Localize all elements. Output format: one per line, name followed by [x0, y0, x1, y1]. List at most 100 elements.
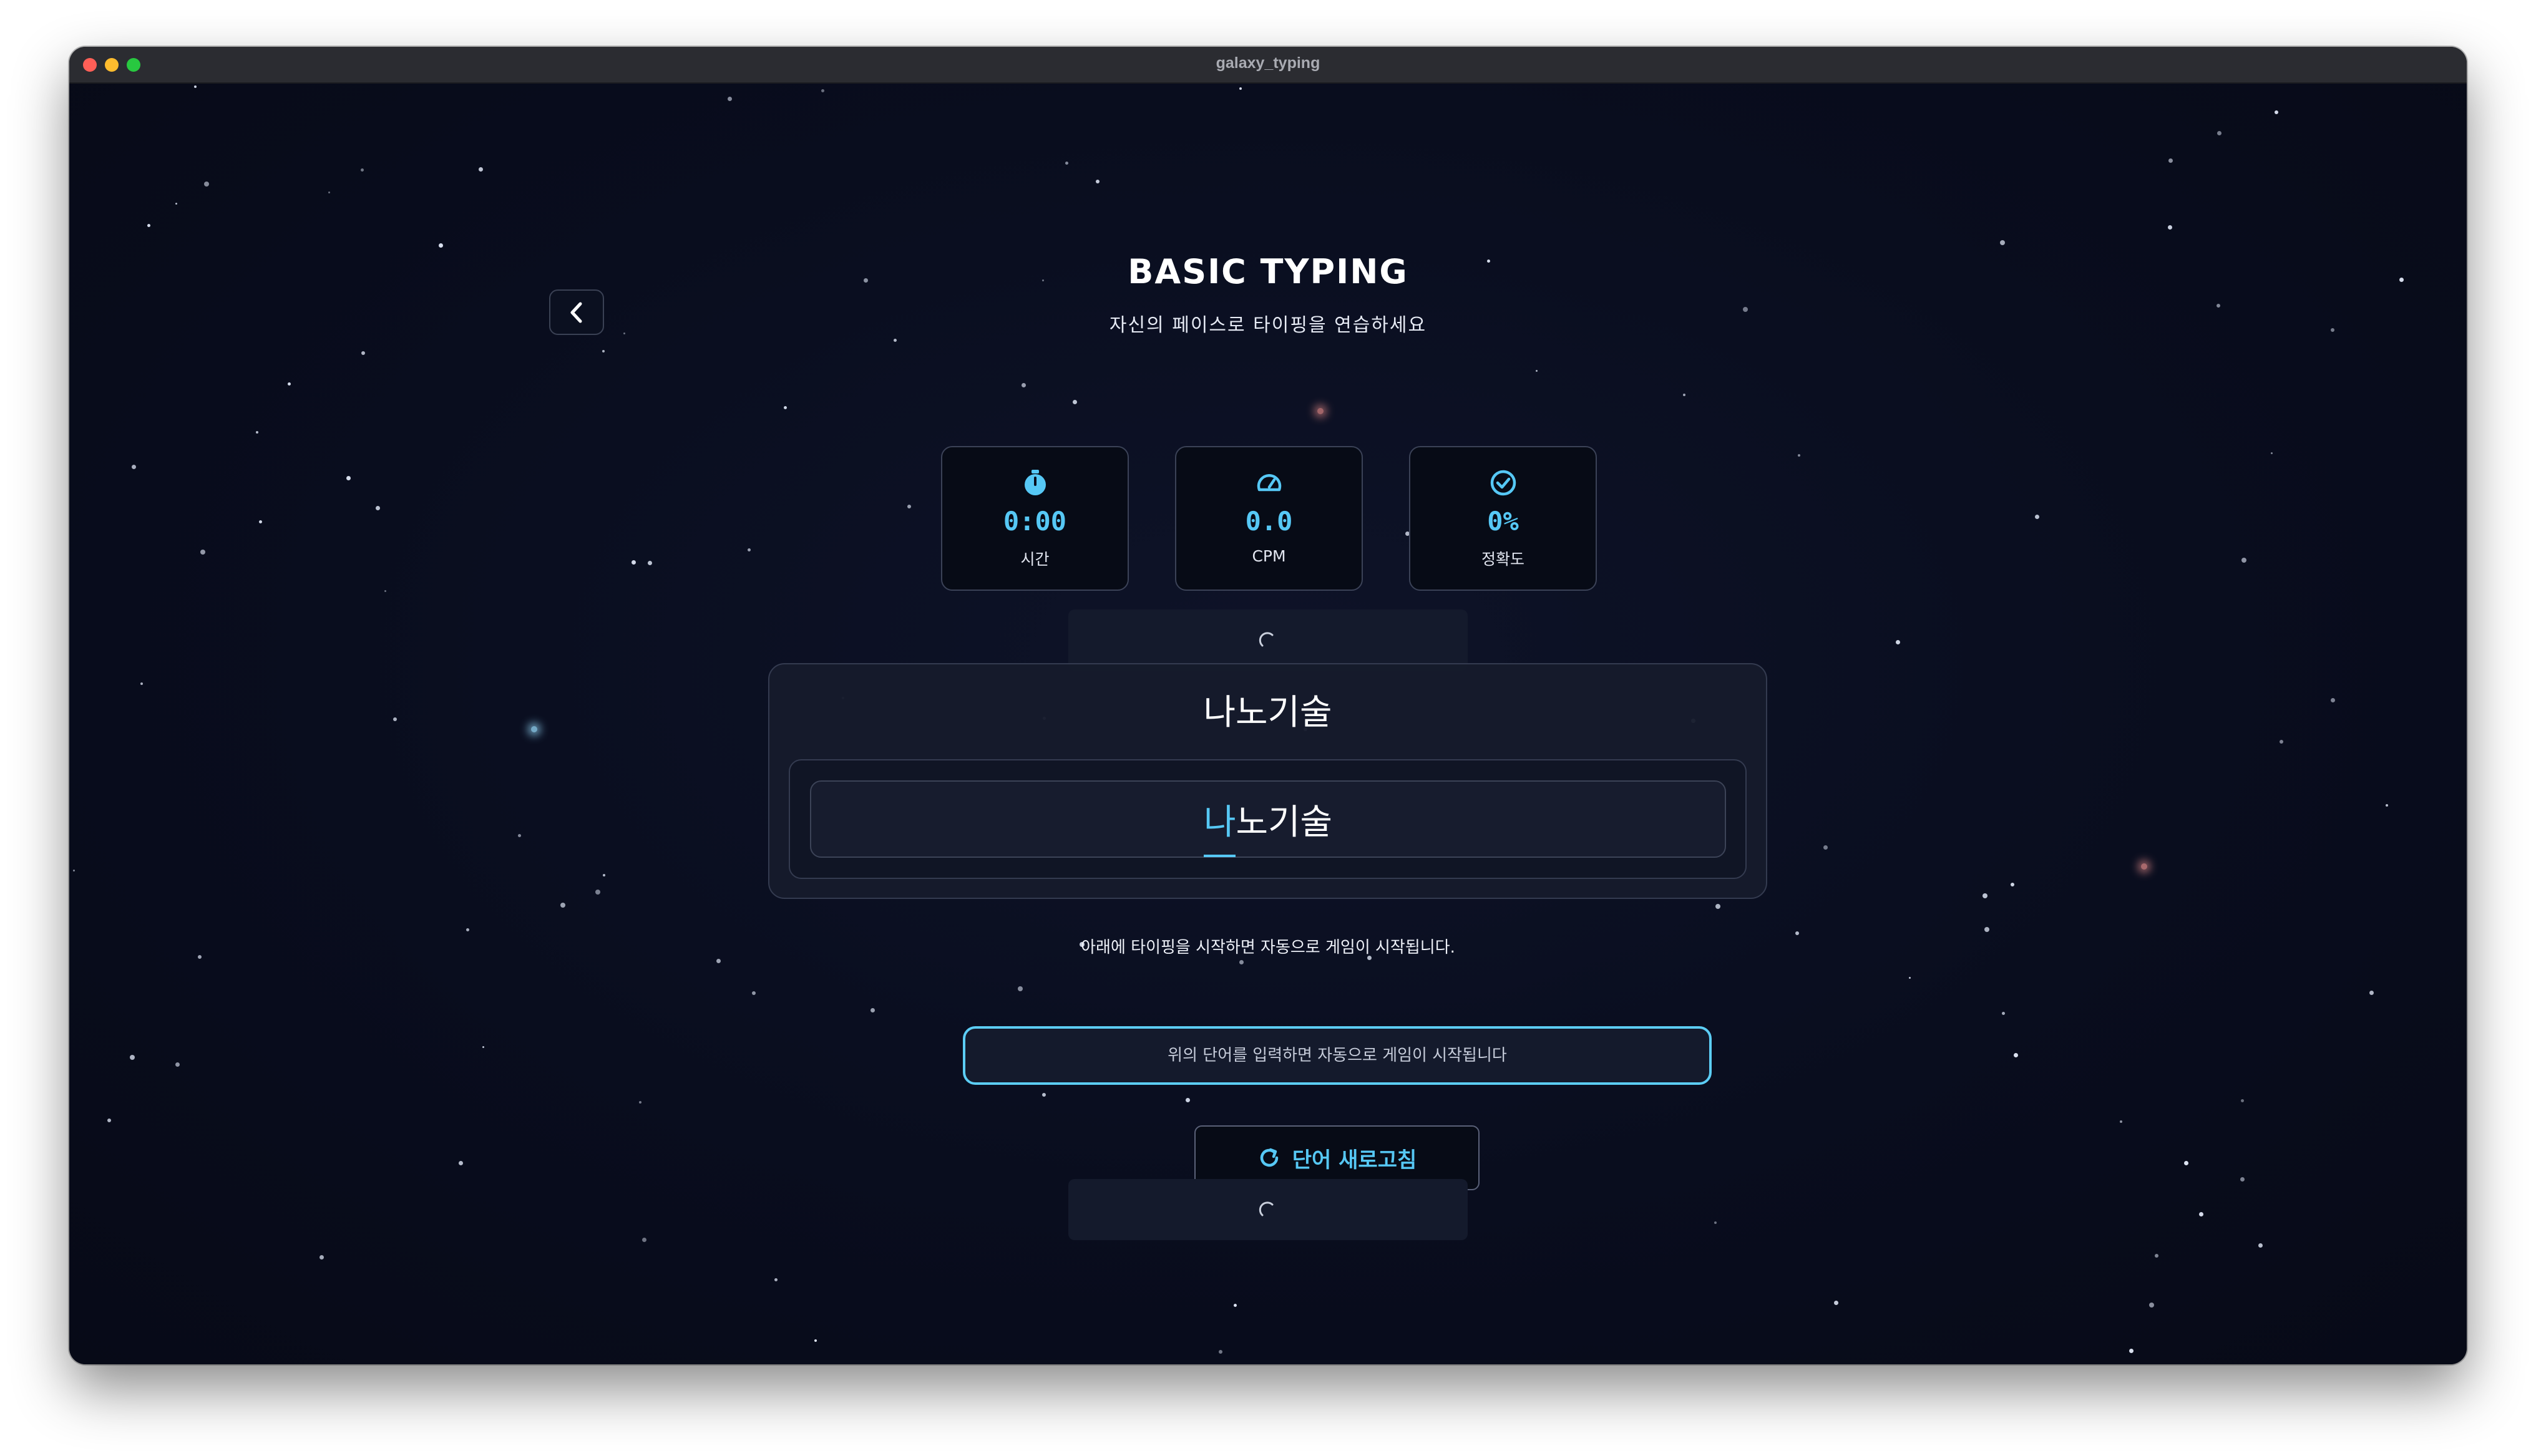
star: [774, 1278, 778, 1281]
star: [319, 1255, 324, 1259]
star: [107, 1119, 111, 1122]
star: [2035, 515, 2039, 519]
cpm-value: 0.0: [1245, 506, 1293, 536]
title-bar: galaxy_typing: [69, 47, 2467, 84]
star: [361, 168, 364, 172]
app-window: galaxy_typing BASIC TYPING 자신의 페이스로 타이핑을…: [69, 47, 2467, 1364]
target-word: 나노기술: [1203, 692, 1332, 733]
star: [259, 520, 262, 523]
star: [2241, 558, 2246, 563]
star: [2217, 304, 2220, 308]
star: [2386, 804, 2388, 807]
star: [1714, 1221, 1717, 1224]
star: [482, 1046, 484, 1048]
star: [2275, 110, 2278, 114]
elapsed-time-label: 시간: [1020, 550, 1050, 568]
star: [1219, 1350, 1222, 1354]
star: [384, 590, 386, 592]
star: [1042, 1093, 1046, 1097]
star: [479, 167, 483, 172]
star: [393, 717, 397, 721]
star: [200, 550, 205, 555]
accuracy-value: 0%: [1487, 506, 1519, 536]
star: [1239, 960, 1244, 964]
star: [2120, 1120, 2122, 1123]
star: [648, 561, 652, 565]
star: [2271, 452, 2273, 454]
star: [1234, 1304, 1237, 1307]
star: [2184, 1161, 2188, 1165]
star: [2002, 1012, 2005, 1015]
star: [147, 224, 150, 227]
check-circle-icon: [1490, 470, 1516, 496]
star: [175, 203, 177, 205]
star: [1715, 904, 1720, 909]
star: [194, 85, 197, 88]
star: [2280, 740, 2283, 744]
start-hint: 아래에 타이핑을 시작하면 자동으로 게임이 시작됩니다.: [1081, 938, 1455, 957]
star: [560, 903, 565, 908]
star: [2000, 240, 2005, 245]
star: [1018, 986, 1023, 991]
star: [2168, 225, 2172, 230]
star: [642, 1238, 646, 1242]
star: [2258, 1243, 2263, 1248]
star: [376, 506, 380, 510]
refresh-icon: [1260, 1148, 1278, 1167]
star: [2149, 1303, 2154, 1308]
star: [748, 548, 751, 551]
stat-card-time: 0:00 시간: [941, 446, 1129, 591]
refresh-words-label: 단어 새로고침: [1292, 1147, 1417, 1173]
star: [2014, 1053, 2018, 1057]
star: [1096, 180, 1100, 183]
star: [73, 870, 75, 871]
page-subtitle: 자신의 페이스로 타이핑을 연습하세요: [1109, 314, 1427, 336]
stat-card-cpm: 0.0 CPM: [1175, 446, 1363, 591]
accuracy-label: 정확도: [1481, 550, 1524, 568]
star: [328, 192, 330, 193]
star: [894, 339, 897, 342]
star: [2129, 1349, 2134, 1353]
star: [1823, 845, 1828, 850]
stat-card-accuracy: 0% 정확도: [1409, 446, 1597, 591]
speedometer-icon: [1257, 474, 1281, 492]
star: [346, 476, 351, 480]
star: [752, 991, 756, 995]
page-title: BASIC TYPING: [1128, 252, 1408, 291]
star: [2369, 991, 2374, 995]
typing-input[interactable]: [963, 1026, 1712, 1085]
star: [814, 1339, 817, 1342]
star: [595, 890, 600, 895]
star: [821, 89, 824, 92]
loading-spinner-icon: [1259, 1201, 1274, 1216]
star: [1683, 394, 1685, 396]
star: [2331, 698, 2335, 702]
star: [2168, 158, 2173, 163]
star: [639, 1101, 641, 1104]
star: [1798, 454, 1800, 457]
main-content: BASIC TYPING 자신의 페이스로 타이핑을 연습하세요 0:00 시간: [69, 84, 2467, 1364]
star: [1065, 162, 1068, 165]
current-character: 나: [1203, 794, 1236, 857]
star: [132, 465, 136, 469]
glowing-star: [531, 726, 537, 732]
star: [361, 351, 365, 355]
star: [2199, 1212, 2203, 1216]
star: [2011, 883, 2014, 886]
elapsed-time-value: 0:00: [1003, 506, 1067, 536]
star: [1909, 977, 1911, 979]
cpm-label: CPM: [1252, 547, 1286, 565]
star: [288, 382, 291, 386]
remaining-characters: 노기술: [1236, 802, 1333, 843]
star: [130, 1055, 135, 1060]
star: [1239, 87, 1242, 90]
star: [439, 243, 443, 248]
star: [632, 560, 636, 565]
glowing-star: [1317, 408, 1324, 414]
star: [1896, 640, 1900, 644]
loading-placeholder-bottom: [1068, 1179, 1468, 1240]
star: [2240, 1177, 2245, 1182]
star: [140, 682, 143, 685]
loading-spinner-icon: [1259, 632, 1274, 647]
star: [2241, 1099, 2244, 1102]
